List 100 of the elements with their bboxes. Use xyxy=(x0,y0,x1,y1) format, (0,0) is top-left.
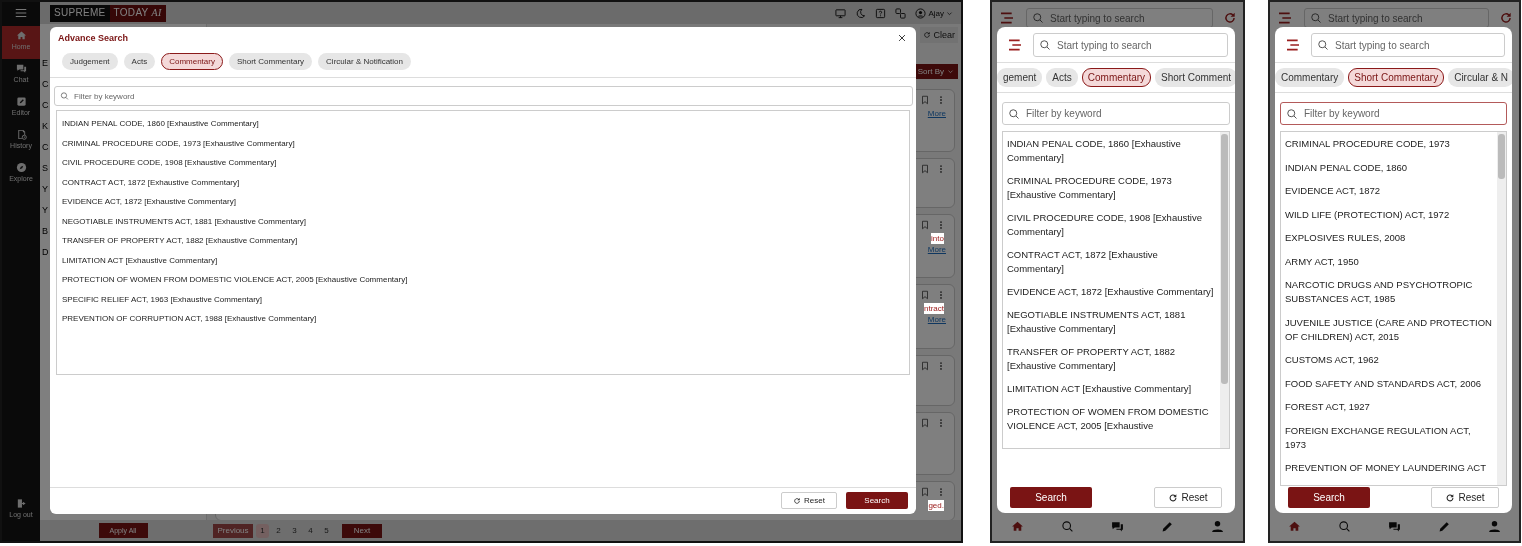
list-item[interactable]: INDIAN PENAL CODE, 1860 [Exhaustive Commentary] xyxy=(1007,137,1220,174)
list-item[interactable]: CRIMINAL PROCEDURE CODE, 1973 [Exhaustive Commentary] xyxy=(57,133,909,153)
search-field[interactable]: Start typing to search xyxy=(1026,8,1213,28)
filter-tab[interactable]: Commentary xyxy=(1081,68,1152,87)
menu-icon[interactable] xyxy=(14,6,28,20)
search-button[interactable]: Search xyxy=(1010,487,1092,508)
clear-button[interactable]: Clear xyxy=(920,27,958,43)
close-icon[interactable] xyxy=(897,33,907,43)
bookmark-icon[interactable] xyxy=(920,418,930,428)
scrollbar[interactable] xyxy=(1497,132,1506,485)
search-field[interactable]: Start typing to search xyxy=(1033,33,1228,57)
list-item[interactable]: FOREIGN EXCHANGE REGULATION ACT, 1973 xyxy=(1285,423,1497,461)
list-item[interactable]: JUVENILE JUSTICE (CARE AND PROTECTION OF CHILDREN) ACT, 2015 xyxy=(1285,315,1497,353)
list-item[interactable]: PROTECTION OF WOMEN FROM DOMESTIC VIOLENCE ACT, 2005 [Exhaustive Commentary] xyxy=(57,270,909,290)
filter-tab[interactable]: gement xyxy=(997,68,1043,87)
filter-tab[interactable]: Short Commentary xyxy=(228,53,313,70)
list-item[interactable]: CIVIL PROCEDURE CODE, 1908 [Exhaustive Commentary] xyxy=(1007,211,1220,248)
list-item[interactable]: WILD LIFE (PROTECTION) ACT, 1972 xyxy=(1285,207,1497,231)
menu-icon[interactable] xyxy=(1284,37,1302,53)
list-item[interactable]: SPECIFIC RELIEF ACT, 1963 [Exhaustive Commentary] xyxy=(57,289,909,309)
list-item[interactable]: CIVIL PROCEDURE CODE, 1908 [Exhaustive Commentary] xyxy=(57,153,909,173)
search-button[interactable]: Search xyxy=(846,492,908,509)
list-item[interactable]: CONTRACT ACT, 1872 [Exhaustive Commentary] xyxy=(1007,248,1220,285)
page-number[interactable]: 4 xyxy=(304,523,317,538)
bookmark-icon[interactable] xyxy=(920,95,930,105)
list-item[interactable]: LIMITATION ACT [Exhaustive Commentary] xyxy=(57,250,909,270)
search-button[interactable]: Search xyxy=(1288,487,1370,508)
filter-field[interactable]: Filter by keyword xyxy=(1002,102,1230,125)
page-number[interactable]: 3 xyxy=(288,523,301,538)
menu-icon[interactable] xyxy=(998,10,1016,26)
list-item[interactable]: FOOD SAFETY AND STANDARDS ACT, 2006 xyxy=(1285,376,1497,400)
bookmark-icon[interactable] xyxy=(920,487,930,497)
page-number[interactable]: 2 xyxy=(272,523,285,538)
reset-button[interactable]: Reset xyxy=(1154,487,1222,508)
list-item[interactable]: NEGOTIABLE INSTRUMENTS ACT, 1881 [Exhaustive Commentary] xyxy=(1007,308,1220,345)
next-button[interactable]: Next xyxy=(342,523,382,538)
bookmark-icon[interactable] xyxy=(920,361,930,371)
list-item[interactable]: EVIDENCE ACT, 1872 [Exhaustive Commentary] xyxy=(57,192,909,212)
bookmark-icon[interactable] xyxy=(920,220,930,230)
filter-label: Y xyxy=(42,183,48,196)
list-item[interactable]: EVIDENCE ACT, 1872 xyxy=(1285,184,1497,208)
scrollbar[interactable] xyxy=(1220,132,1229,448)
person-icon[interactable] xyxy=(1487,519,1501,533)
list-item[interactable]: PREVENTION OF MONEY LAUNDERING ACT xyxy=(1285,461,1497,485)
house-icon[interactable] xyxy=(1288,519,1302,533)
search-icon[interactable] xyxy=(1060,519,1074,533)
filter-tab[interactable]: Acts xyxy=(1046,68,1078,87)
filter-tab[interactable]: Short Commentary xyxy=(1348,68,1445,87)
list-item[interactable]: TRANSFER OF PROPERTY ACT, 1882 [Exhaustive Commentary] xyxy=(1007,345,1220,382)
person-icon[interactable] xyxy=(1211,519,1225,533)
refresh-icon[interactable] xyxy=(1499,11,1513,25)
filter-label: C xyxy=(42,78,49,91)
filter-tab[interactable]: Circular & N xyxy=(1448,68,1512,87)
user-menu[interactable]: Ajay xyxy=(915,7,953,19)
reset-button[interactable]: Reset xyxy=(1431,487,1499,508)
list-item[interactable]: CUSTOMS ACT, 1962 xyxy=(1285,353,1497,377)
menu-icon[interactable] xyxy=(1276,10,1294,26)
speech-bubbles-icon[interactable] xyxy=(1388,519,1401,533)
reset-button[interactable]: Reset xyxy=(781,492,837,509)
filter-tab[interactable]: Circular & Notification xyxy=(318,53,411,70)
list-item[interactable]: CONTRACT ACT, 1872 [Exhaustive Commentary] xyxy=(57,172,909,192)
squares-icon[interactable] xyxy=(895,7,907,19)
search-field[interactable]: Start typing to search xyxy=(1304,8,1489,28)
list-item[interactable]: PREVENTION OF CORRUPTION ACT, 1988 [Exhaustive Commentary] xyxy=(57,309,909,329)
filter-field[interactable]: Filter by keyword xyxy=(54,86,913,106)
list-item[interactable]: INDIAN PENAL CODE, 1860 xyxy=(1285,160,1497,184)
filter-tab[interactable]: Short Comment xyxy=(1155,68,1235,87)
pencil-icon[interactable] xyxy=(1161,519,1175,533)
list-item[interactable]: FOREST ACT, 1927 xyxy=(1285,400,1497,424)
filter-tab[interactable]: Acts xyxy=(123,53,156,70)
list-item[interactable]: TRANSFER OF PROPERTY ACT, 1882 [Exhaustive Commentary] xyxy=(57,231,909,251)
refresh-icon[interactable] xyxy=(1223,11,1237,25)
list-item[interactable]: NEGOTIABLE INSTRUMENTS ACT, 1881 [Exhaustive Commentary] xyxy=(57,211,909,231)
house-icon[interactable] xyxy=(1010,519,1024,533)
list-item[interactable]: EVIDENCE ACT, 1872 [Exhaustive Commentary] xyxy=(1007,285,1220,308)
filter-tab[interactable]: Judgement xyxy=(62,53,118,70)
speech-bubbles-icon[interactable] xyxy=(1110,519,1124,533)
help-icon[interactable] xyxy=(875,7,887,19)
moon-icon[interactable] xyxy=(855,7,867,19)
search-field[interactable]: Start typing to search xyxy=(1311,33,1505,57)
list-item[interactable]: NARCOTIC DRUGS AND PSYCHOTROPIC SUBSTANCES ACT, 1985 xyxy=(1285,278,1497,316)
pencil-icon[interactable] xyxy=(1437,519,1451,533)
list-item[interactable]: CRIMINAL PROCEDURE CODE, 1973 xyxy=(1285,137,1497,161)
sort-by-button[interactable]: Sort By xyxy=(915,64,958,79)
list-item[interactable]: INDIAN PENAL CODE, 1860 [Exhaustive Commentary] xyxy=(57,114,909,134)
filter-tab[interactable]: Commentary xyxy=(1275,68,1345,87)
menu-icon[interactable] xyxy=(1006,37,1024,53)
list-item[interactable]: PROTECTION OF WOMEN FROM DOMESTIC VIOLENCE ACT, 2005 [Exhaustive xyxy=(1007,405,1220,442)
filter-field[interactable]: Filter by keyword xyxy=(1280,102,1507,125)
list-item[interactable]: LIMITATION ACT [Exhaustive Commentary] xyxy=(1007,382,1220,405)
list-item[interactable]: ARMY ACT, 1950 xyxy=(1285,254,1497,278)
bookmark-icon[interactable] xyxy=(920,290,930,300)
page-number[interactable]: 5 xyxy=(320,523,333,538)
search-icon[interactable] xyxy=(1338,519,1352,533)
bookmark-icon[interactable] xyxy=(920,164,930,174)
monitor-icon[interactable] xyxy=(835,7,847,19)
search-icon xyxy=(1008,107,1020,120)
list-item[interactable]: CRIMINAL PROCEDURE CODE, 1973 [Exhaustive Commentary] xyxy=(1007,174,1220,211)
list-item[interactable]: EXPLOSIVES RULES, 2008 xyxy=(1285,231,1497,255)
filter-tab[interactable]: Commentary xyxy=(161,53,223,70)
